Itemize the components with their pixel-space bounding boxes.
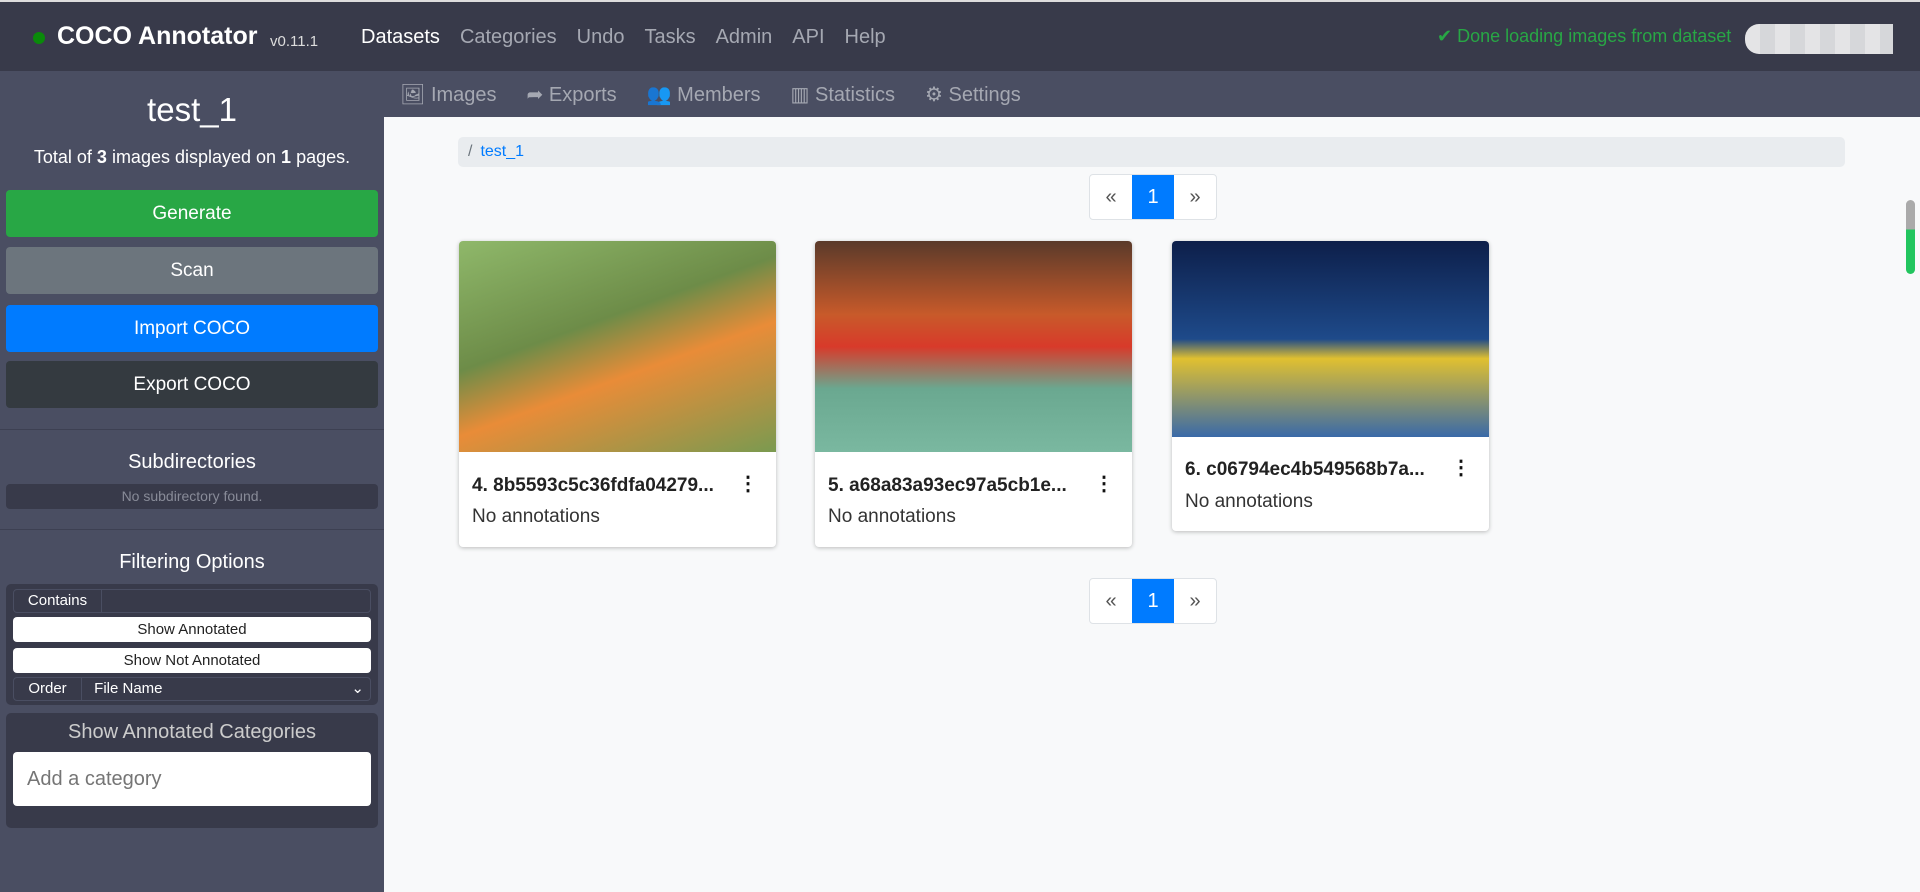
dataset-tabs: 🖼 Images ➦ Exports 👥 Members ▥ Statistic… <box>384 71 1920 117</box>
nav-datasets[interactable]: Datasets <box>361 26 440 49</box>
image-thumbnail[interactable] <box>459 241 776 452</box>
contains-filter: Contains <box>13 589 371 613</box>
scrollbar[interactable] <box>1906 200 1915 274</box>
image-filename: 4. 8b5593c5c36fdfa04279... <box>472 475 714 496</box>
next-page-button[interactable]: » <box>1174 579 1216 623</box>
nav-categories[interactable]: Categories <box>460 26 557 49</box>
nav-admin[interactable]: Admin <box>716 26 773 49</box>
top-navbar: COCO Annotator v0.11.1 Datasets Categori… <box>0 0 1920 71</box>
image-icon: 🖼 <box>400 83 426 106</box>
gear-icon: ⚙ <box>925 83 943 106</box>
prev-page-button[interactable]: « <box>1090 175 1132 219</box>
nav-tasks[interactable]: Tasks <box>644 26 695 49</box>
check-icon: ✔ <box>1437 26 1453 46</box>
contains-label: Contains <box>14 590 102 612</box>
filtering-options-heading: Filtering Options <box>119 551 265 573</box>
filter-panel: Contains Show Annotated Show Not Annotat… <box>6 584 378 705</box>
order-select[interactable]: Order File Name ⌄ <box>13 677 371 701</box>
order-label: Order <box>14 678 82 700</box>
chevron-down-icon: ⌄ <box>351 680 364 697</box>
share-icon: ➦ <box>526 83 544 106</box>
image-thumbnail[interactable] <box>815 241 1132 452</box>
app-version: v0.11.1 <box>270 33 319 50</box>
show-not-annotated-button[interactable]: Show Not Annotated <box>13 648 371 673</box>
pagination-bottom: « 1 » <box>1089 578 1217 624</box>
contains-input[interactable] <box>104 590 366 612</box>
image-card[interactable]: 6. c06794ec4b549568b7a... ⋮ No annotatio… <box>1172 241 1489 531</box>
tab-members[interactable]: 👥 Members <box>647 82 761 107</box>
main-nav: Datasets Categories Undo Tasks Admin API… <box>361 26 886 49</box>
subdirectories-heading: Subdirectories <box>128 451 256 473</box>
nav-api[interactable]: API <box>792 26 824 49</box>
page-1-button[interactable]: 1 <box>1132 175 1174 219</box>
annotation-count: No annotations <box>472 506 600 527</box>
tab-settings[interactable]: ⚙ Settings <box>925 82 1021 107</box>
image-card[interactable]: 5. a68a83a93ec97a5cb1e... ⋮ No annotatio… <box>815 241 1132 547</box>
sidebar: test_1 Total of 3 images displayed on 1 … <box>0 71 384 892</box>
tab-images[interactable]: 🖼 Images <box>400 82 497 107</box>
status-message: ✔ Done loading images from dataset <box>1437 26 1731 47</box>
divider <box>0 429 384 430</box>
page-1-button[interactable]: 1 <box>1132 579 1174 623</box>
add-category-input[interactable] <box>13 752 371 806</box>
app-title: COCO Annotator <box>57 22 258 50</box>
bar-chart-icon: ▥ <box>790 83 810 106</box>
show-annotated-button[interactable]: Show Annotated <box>13 617 371 642</box>
pagination-top: « 1 » <box>1089 174 1217 220</box>
image-filename: 6. c06794ec4b549568b7a... <box>1185 459 1425 480</box>
image-count-text: Total of 3 images displayed on 1 pages. <box>33 147 351 167</box>
nav-undo[interactable]: Undo <box>577 26 625 49</box>
annotated-categories-heading: Show Annotated Categories <box>68 721 316 743</box>
import-coco-button[interactable]: Import COCO <box>6 305 378 352</box>
nav-help[interactable]: Help <box>845 26 886 49</box>
breadcrumb-item[interactable]: test_1 <box>480 143 524 160</box>
connection-status-icon <box>33 32 45 44</box>
users-icon: 👥 <box>646 83 672 106</box>
image-filename: 5. a68a83a93ec97a5cb1e... <box>828 475 1067 496</box>
image-card[interactable]: 4. 8b5593c5c36fdfa04279... ⋮ No annotati… <box>459 241 776 547</box>
no-subdirectory-text: No subdirectory found. <box>6 484 378 509</box>
export-coco-button[interactable]: Export COCO <box>6 361 378 408</box>
prev-page-button[interactable]: « <box>1090 579 1132 623</box>
image-thumbnail[interactable] <box>1172 241 1489 437</box>
next-page-button[interactable]: » <box>1174 175 1216 219</box>
tab-statistics[interactable]: ▥ Statistics <box>791 82 896 107</box>
breadcrumb: / test_1 <box>458 137 1845 167</box>
dataset-title: test_1 <box>147 91 237 128</box>
annotated-categories-panel: Show Annotated Categories <box>6 713 378 828</box>
generate-button[interactable]: Generate <box>6 190 378 237</box>
divider <box>0 529 384 530</box>
status-text: Done loading images from dataset <box>1457 26 1732 46</box>
scan-button[interactable]: Scan <box>6 247 378 294</box>
kebab-menu-icon[interactable]: ⋮ <box>1094 471 1114 496</box>
tab-exports[interactable]: ➦ Exports <box>527 82 617 107</box>
kebab-menu-icon[interactable]: ⋮ <box>1451 455 1471 480</box>
order-value[interactable]: File Name <box>94 680 162 697</box>
user-menu[interactable] <box>1745 24 1893 54</box>
annotation-count: No annotations <box>828 506 956 527</box>
annotation-count: No annotations <box>1185 491 1313 512</box>
kebab-menu-icon[interactable]: ⋮ <box>738 471 758 496</box>
